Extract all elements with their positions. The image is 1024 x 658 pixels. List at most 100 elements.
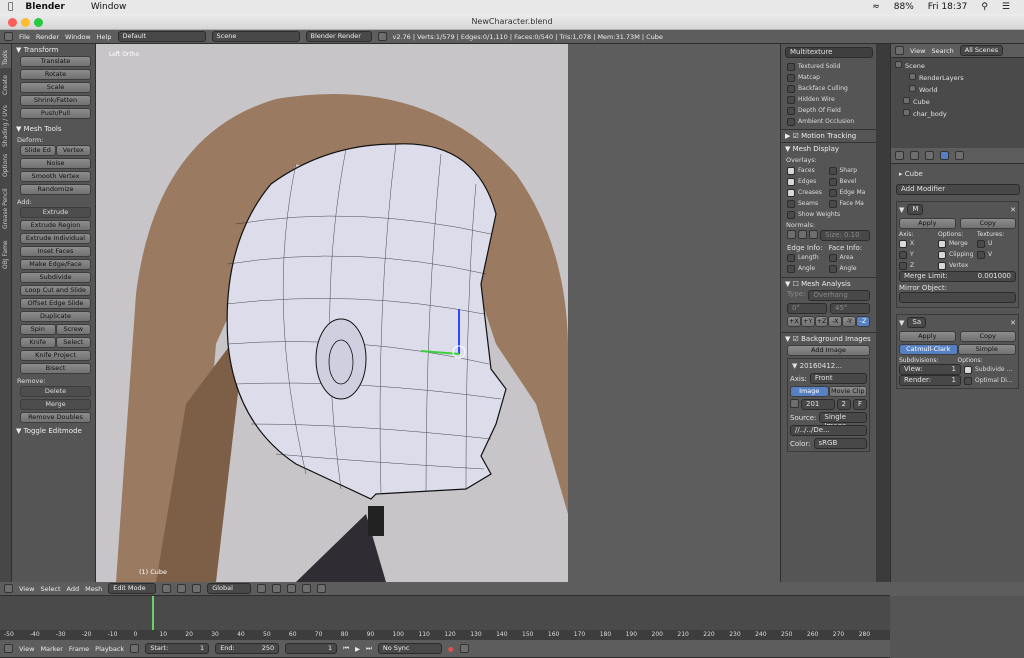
outliner-view-menu[interactable]: View [910,47,925,55]
image-users-field[interactable]: 2 [836,399,851,410]
subdivide-uvs-checkbox[interactable]: Subdivide ... [964,364,1016,375]
wifi-icon[interactable]: ≈ [872,2,880,12]
depth-of-field-checkbox[interactable]: Depth Of Field [787,105,870,116]
checkbox-icon[interactable] [787,199,795,208]
render-engine-select[interactable]: Blender Render [305,31,372,42]
tab-grease-pencil[interactable]: Grease Pencil [0,180,11,232]
y-checkbox[interactable]: Y [899,249,938,260]
scene-select[interactable]: Scene [211,31,300,42]
close-icon[interactable] [8,18,17,27]
tab-create[interactable]: Create [0,68,11,98]
checkbox-icon[interactable] [938,261,946,270]
bevel-checkbox[interactable]: Bevel [828,176,871,187]
checkbox-icon[interactable] [977,239,985,248]
axis-z-button[interactable]: +Z [814,316,829,327]
menu-window[interactable]: Window [65,33,91,41]
3d-view-editor-icon[interactable] [4,584,13,593]
image-tab[interactable]: Image [790,386,829,397]
min-angle-field[interactable]: 0° [787,303,827,314]
edge-ma-checkbox[interactable]: Edge Ma [828,187,871,198]
image-path-field[interactable]: //../../De... [790,425,867,436]
faces-checkbox[interactable]: Faces [787,165,829,176]
current-frame-field[interactable]: 1 [285,643,338,654]
vertex-slide-button[interactable]: Vertex [55,145,91,156]
split-normals-icon[interactable] [798,230,807,239]
render-levels-field[interactable]: Render: 1 [899,375,961,386]
fake-user-button[interactable]: F [852,399,867,410]
outliner-item-char-body[interactable]: char_body [895,108,1020,120]
screw-button[interactable]: Screw [55,324,91,335]
menu-help[interactable]: Help [97,33,112,41]
outliner-item-world[interactable]: World [895,84,1020,96]
jump-end-icon[interactable]: ⏭ [366,644,372,653]
normal-size-field[interactable]: Size: 0.10 [820,230,870,241]
collapse-icon[interactable]: ▼ [899,206,904,214]
mirror-object-field[interactable] [899,292,1016,303]
minimize-icon[interactable] [21,18,30,27]
duplicate-button[interactable]: Duplicate [20,311,91,322]
copy-subsurf-button[interactable]: Copy [959,331,1016,342]
motion-tracking-header[interactable]: ▶ ☑ Motion Tracking [781,129,876,142]
timeline-marker-menu[interactable]: Marker [40,645,62,653]
close-modifier-icon[interactable]: ✕ [1010,206,1016,214]
extrude-individual-button[interactable]: Extrude Individual [20,233,91,244]
scale-button[interactable]: Scale [20,82,91,93]
seams-checkbox[interactable]: Seams [787,198,829,209]
inset-faces-button[interactable]: Inset Faces [20,246,91,257]
noise-button[interactable]: Noise [20,158,91,169]
zoom-icon[interactable] [34,18,43,27]
view-levels-field[interactable]: View: 1 [899,364,961,375]
analysis-type-select[interactable]: Overhang [808,290,870,301]
randomize-button[interactable]: Randomize [20,184,91,195]
checkbox-icon[interactable] [787,117,795,126]
hidden-wire-checkbox[interactable]: Hidden Wire [787,94,870,105]
face-ma-checkbox[interactable]: Face Ma [828,198,871,209]
outliner-editor-icon[interactable] [895,46,904,55]
checkbox-icon[interactable] [787,95,795,104]
viewport-shading-icon[interactable] [162,584,172,593]
menu-file[interactable]: File [19,33,30,41]
max-angle-field[interactable]: 45° [830,303,870,314]
mesh-tools-header[interactable]: ▼ Mesh Tools [12,123,95,135]
checkbox-icon[interactable] [938,239,946,248]
record-icon[interactable]: ● [448,645,454,653]
checkbox-icon[interactable] [787,166,795,175]
background-images-header[interactable]: ▼ ☑ Background Images [781,332,876,345]
checkbox-icon[interactable] [938,250,946,259]
face-angle-checkbox[interactable]: Angle [828,263,871,274]
spin-button[interactable]: Spin [20,324,56,335]
subsurf-name-field[interactable]: Sa [907,317,927,328]
menu-mesh[interactable]: Mesh [85,585,102,593]
checkbox-icon[interactable] [828,188,837,197]
menu-select[interactable]: Select [40,585,60,593]
outliner-item-scene[interactable]: Scene [895,60,1020,72]
checkbox-icon[interactable] [787,73,795,82]
timeline-frame-menu[interactable]: Frame [69,645,89,653]
backface-culling-checkbox[interactable]: Backface Culling [787,83,870,94]
catmull-clark-tab[interactable]: Catmull-Clark [899,344,958,355]
collapse-icon[interactable]: ▼ [899,319,904,327]
edges-checkbox[interactable]: Edges [787,176,829,187]
start-frame-field[interactable]: Start: 1 [145,643,210,654]
checkbox-icon[interactable] [899,239,907,248]
edge-angle-checkbox[interactable]: Angle [787,263,829,274]
select-button[interactable]: Select [55,337,91,348]
modifier-tab-icon[interactable] [940,151,949,160]
timeline-playback-menu[interactable]: Playback [95,645,124,653]
color-space-select[interactable]: sRGB [813,438,867,449]
matcap-checkbox[interactable]: Matcap [787,72,870,83]
outliner-item-renderlayers[interactable]: RenderLayers [895,72,1020,84]
shading-select[interactable]: Multitexture [785,47,873,58]
menu-render[interactable]: Render [36,33,59,41]
image-browse-icon[interactable] [790,399,799,408]
tab-shading-uvs[interactable]: Shading / UVs [0,98,11,150]
vertex-select-icon[interactable] [257,584,267,593]
creases-checkbox[interactable]: Creases [787,187,829,198]
textured-solid-checkbox[interactable]: Textured Solid [787,61,870,72]
timeline[interactable]: -50 -40 -30 -20 -10 0 10 20 30 40 50 60 70 80 90 100 110… [0,596,890,640]
menu-icon[interactable]: ☰ [1002,2,1010,12]
mesh-analysis-header[interactable]: ▼ ☐ Mesh Analysis [781,277,876,290]
extrude-button[interactable]: Extrude [20,207,91,218]
movie-clip-tab[interactable]: Movie Clip [828,386,867,397]
vertex-checkbox[interactable]: Vertex [938,260,977,271]
